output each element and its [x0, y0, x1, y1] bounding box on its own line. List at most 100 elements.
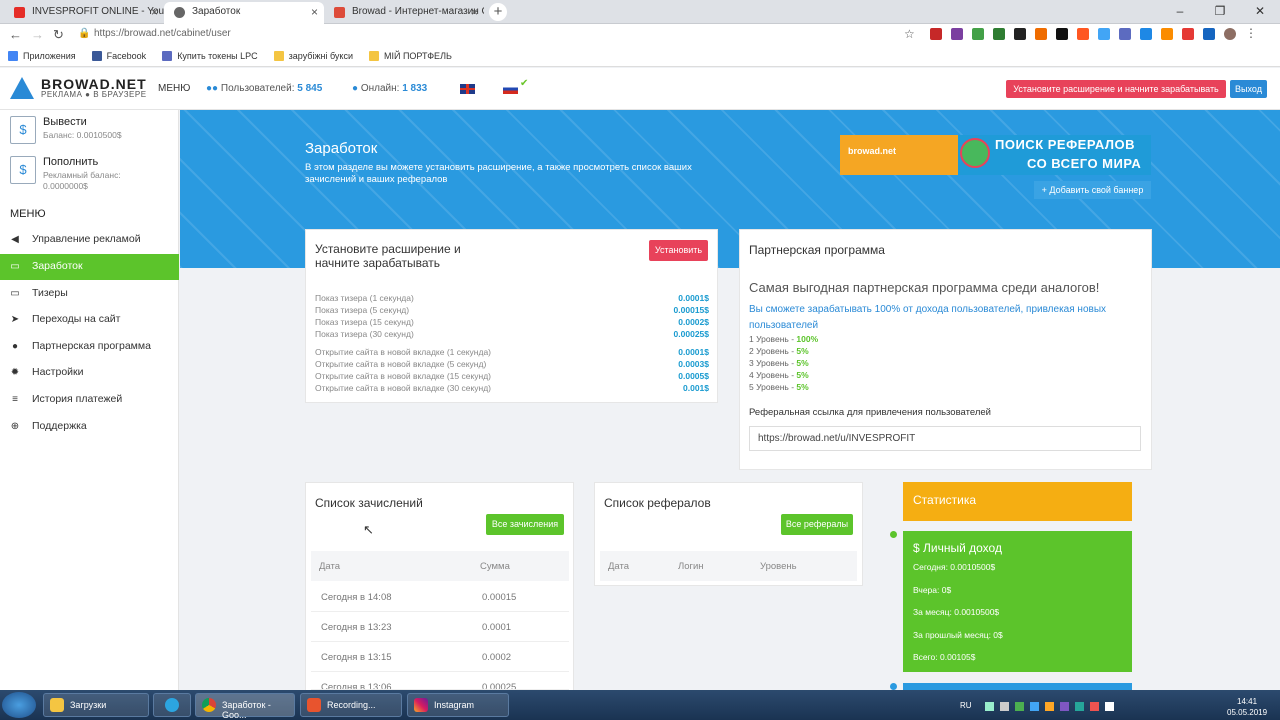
- close-icon[interactable]: ×: [471, 5, 478, 19]
- bookmark-star-icon[interactable]: ☆: [904, 27, 915, 41]
- tab-browad-store[interactable]: Browad - Интернет-магазин Ch ×: [324, 2, 484, 24]
- menu-toggle[interactable]: МЕНЮ: [158, 83, 190, 94]
- sidebar-item-settings[interactable]: ✹ Настройки: [0, 360, 179, 386]
- rate-value: 0.00025$: [673, 329, 709, 339]
- extension-icon[interactable]: [1140, 28, 1152, 40]
- new-tab-button[interactable]: +: [489, 3, 507, 21]
- tab-youtube[interactable]: INVESPROFIT ONLINE - YouTube×: [4, 2, 164, 24]
- close-window-button[interactable]: ✕: [1240, 0, 1280, 22]
- sidebar-item-visits[interactable]: ➤ Переходы на сайт: [0, 307, 179, 333]
- extension-icon[interactable]: [1182, 28, 1194, 40]
- extension-icon[interactable]: [1035, 28, 1047, 40]
- reload-icon[interactable]: ↻: [53, 27, 64, 43]
- install-extension-button[interactable]: Установите расширение и начните зарабаты…: [1006, 80, 1226, 98]
- forward-icon[interactable]: →: [31, 27, 44, 42]
- credits-title: Список зачислений: [315, 496, 423, 510]
- bookmark-folder[interactable]: зарубіжні букси: [273, 51, 353, 61]
- tab-zarabotok[interactable]: Заработок ×: [164, 2, 324, 24]
- referral-link-field[interactable]: https://browad.net/u/INVESPROFIT: [749, 426, 1141, 451]
- lock-icon: 🔒: [78, 28, 91, 39]
- more-menu-icon[interactable]: ⋮: [1245, 27, 1257, 40]
- timeline-dot: [890, 683, 897, 690]
- sidebar-item-label: Заработок: [32, 260, 83, 272]
- install-button[interactable]: Установить: [649, 240, 708, 261]
- sidebar-item-affiliate[interactable]: ● Партнерская программа: [0, 334, 179, 360]
- extension-icon[interactable]: [1098, 28, 1110, 40]
- site-icon: [162, 51, 173, 61]
- tray-icon[interactable]: [1090, 702, 1099, 711]
- tray-icon[interactable]: [1060, 702, 1069, 711]
- language-indicator[interactable]: RU: [960, 701, 972, 710]
- banner-subheadline: СО ВСЕГО МИРА: [1027, 156, 1142, 171]
- folder-icon: [273, 51, 284, 61]
- taskbar-instagram[interactable]: Instagram: [407, 693, 509, 717]
- tray-icon[interactable]: [1075, 702, 1084, 711]
- russian-flag-icon[interactable]: [503, 84, 518, 94]
- clock-date[interactable]: 05.05.2019: [1227, 708, 1267, 717]
- deposit-title[interactable]: Пополнить: [43, 156, 98, 168]
- extension-icon[interactable]: [1203, 28, 1215, 40]
- taskbar-downloads[interactable]: Загрузки: [43, 693, 149, 717]
- extension-icon[interactable]: [972, 28, 984, 40]
- extension-icon[interactable]: [1056, 28, 1068, 40]
- minimize-button[interactable]: –: [1160, 0, 1200, 22]
- level-row: 5 Уровень - 5%: [749, 382, 809, 392]
- close-icon[interactable]: ×: [311, 5, 318, 19]
- bookmark-label: зарубіжні букси: [288, 51, 353, 61]
- extension-icon[interactable]: [1119, 28, 1131, 40]
- profile-avatar[interactable]: [1224, 28, 1236, 40]
- all-credits-button[interactable]: Все зачисления: [486, 514, 564, 535]
- back-icon[interactable]: ←: [9, 27, 22, 42]
- clock-time[interactable]: 14:41: [1237, 697, 1257, 706]
- address-bar[interactable]: 🔒 https://browad.net/cabinet/user: [70, 26, 910, 43]
- sidebar-item-support[interactable]: ⊕ Поддержка: [0, 414, 179, 440]
- ad-balance-value: 0.0000000$: [43, 181, 88, 191]
- extension-icon[interactable]: [1014, 28, 1026, 40]
- sidebar-item-payments[interactable]: ≡ История платежей: [0, 387, 179, 413]
- extension-icon[interactable]: [1077, 28, 1089, 40]
- extension-icon[interactable]: [930, 28, 942, 40]
- bookmark-lpc[interactable]: Купить токены LPC: [162, 51, 258, 61]
- sidebar-item-teasers[interactable]: ▭ Тизеры: [0, 281, 179, 307]
- start-button[interactable]: [2, 692, 36, 718]
- bookmark-folder[interactable]: МІЙ ПОРТФЕЛЬ: [368, 51, 452, 61]
- taskbar-recording[interactable]: Recording...: [300, 693, 402, 717]
- cursor-icon: ➤: [10, 314, 20, 325]
- extension-icon[interactable]: [1161, 28, 1173, 40]
- logout-button[interactable]: Выход: [1230, 80, 1267, 98]
- online-count: 1 833: [402, 83, 428, 94]
- tray-icon[interactable]: [1030, 702, 1039, 711]
- rate-label: Показ тизера (1 секунда): [315, 293, 414, 303]
- sidebar-item-ads[interactable]: ◀ Управление рекламой: [0, 227, 179, 253]
- volume-icon[interactable]: [1105, 702, 1114, 711]
- sidebar-item-label: История платежей: [32, 393, 123, 405]
- deposit-icon[interactable]: $: [10, 156, 36, 184]
- bookmark-apps[interactable]: Приложения: [8, 51, 76, 61]
- taskbar-chrome[interactable]: Заработок - Goo...: [195, 693, 295, 720]
- withdraw-icon[interactable]: $: [10, 116, 36, 144]
- logo-icon[interactable]: [10, 77, 34, 99]
- tray-icon[interactable]: [1000, 702, 1009, 711]
- tray-icon[interactable]: [985, 702, 994, 711]
- maximize-button[interactable]: ❐: [1200, 0, 1240, 22]
- tray-icon[interactable]: [1045, 702, 1054, 711]
- sidebar-item-label: Управление рекламой: [32, 233, 141, 245]
- rate-row: Показ тизера (5 секунд) 0.00015$: [315, 305, 709, 317]
- extension-icon[interactable]: [993, 28, 1005, 40]
- tray-icon[interactable]: [1015, 702, 1024, 711]
- add-banner-button[interactable]: + Добавить свой баннер: [1034, 181, 1151, 199]
- all-referrals-button[interactable]: Все рефералы: [781, 514, 853, 535]
- referrals-table-header: Дата Логин Уровень: [600, 551, 857, 581]
- sidebar-item-earnings[interactable]: ▭ Заработок: [0, 254, 179, 280]
- extension-icon[interactable]: [951, 28, 963, 40]
- income-total: Всего: 0.00105$: [913, 652, 976, 662]
- withdraw-title[interactable]: Вывести: [43, 116, 87, 128]
- row-amount: 0.0002: [482, 652, 512, 663]
- english-flag-icon[interactable]: [460, 84, 475, 94]
- level-label: 3 Уровень -: [749, 358, 797, 368]
- bookmark-facebook[interactable]: Facebook: [91, 51, 146, 61]
- chrome-icon: [202, 698, 216, 712]
- taskbar-telegram[interactable]: [153, 693, 191, 717]
- close-icon[interactable]: ×: [151, 5, 158, 19]
- banner-logo: browad.net: [848, 146, 897, 156]
